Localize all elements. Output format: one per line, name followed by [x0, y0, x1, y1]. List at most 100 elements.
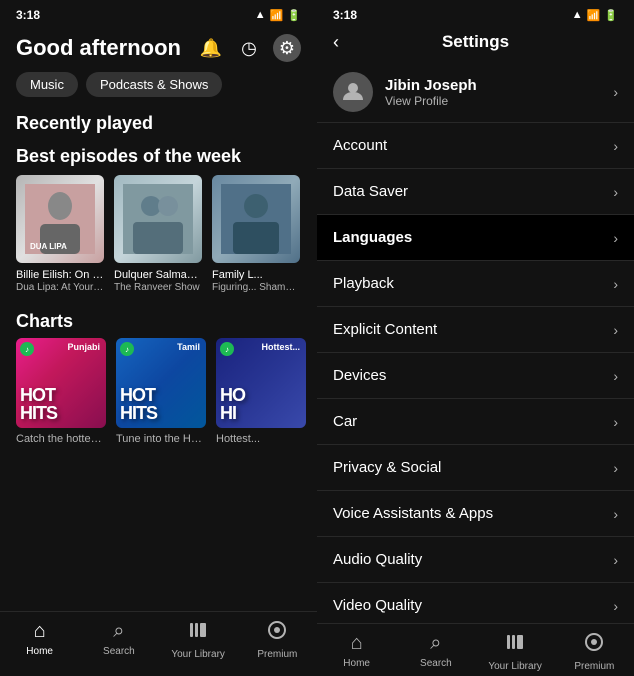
nav-premium-left[interactable]: Premium [238, 620, 317, 660]
settings-label-explicit: Explicit Content [333, 321, 437, 338]
library-icon-left [188, 620, 208, 646]
nav-premium-label-right: Premium [574, 661, 614, 672]
settings-title: Settings [442, 32, 509, 52]
filter-tabs: Music Podcasts & Shows [0, 68, 317, 105]
hot-hits-3: HOHI [220, 386, 245, 422]
chart-card-3[interactable]: ♪ Hottest... HOHI Hottest... [216, 338, 306, 445]
settings-item-account[interactable]: Account › [317, 123, 634, 169]
profile-row[interactable]: Jibin Joseph View Profile › [317, 62, 634, 123]
settings-item-datasaver[interactable]: Data Saver › [317, 169, 634, 215]
settings-item-car[interactable]: Car › [317, 399, 634, 445]
hot-hits-1: HOTHITS [20, 386, 57, 422]
nav-library-right[interactable]: Your Library [476, 632, 555, 672]
settings-item-playback[interactable]: Playback › [317, 261, 634, 307]
nav-search-right[interactable]: ⌕ Search [396, 632, 475, 672]
settings-item-videoquality[interactable]: Video Quality › [317, 583, 634, 623]
nav-search-label-right: Search [420, 658, 452, 669]
back-button[interactable]: ‹ [333, 32, 339, 53]
chart-thumb-2: ♪ Tamil HOTHITS [116, 338, 206, 428]
search-icon-left: ⌕ [113, 620, 124, 643]
filter-music[interactable]: Music [16, 72, 78, 97]
chart-sub-3: Hottest... [216, 433, 306, 445]
bottom-nav-right: ⌂ Home ⌕ Search Your Library [317, 623, 634, 676]
episode-sub-1: Dua Lipa: At Your Service [16, 282, 104, 293]
nav-premium-right[interactable]: Premium [555, 632, 634, 672]
chart-sub-1: Catch the hottest... [16, 433, 106, 445]
settings-item-explicit[interactable]: Explicit Content › [317, 307, 634, 353]
episode-thumb-2 [114, 175, 202, 263]
nav-library-label-right: Your Library [488, 661, 542, 672]
nav-library-left[interactable]: Your Library [159, 620, 238, 660]
spotify-badge-2: ♪ [120, 342, 134, 356]
settings-header: ‹ Settings [317, 26, 634, 62]
settings-label-voice: Voice Assistants & Apps [333, 505, 493, 522]
settings-item-voice[interactable]: Voice Assistants & Apps › [317, 491, 634, 537]
charts-title: Charts [0, 303, 317, 338]
settings-label-privacy: Privacy & Social [333, 459, 441, 476]
filter-podcasts[interactable]: Podcasts & Shows [86, 72, 222, 97]
nav-search-label-left: Search [103, 646, 135, 657]
settings-label-videoquality: Video Quality [333, 597, 422, 614]
episode-sub-2: The Ranveer Show [114, 282, 202, 293]
recently-played-title: Recently played [0, 105, 317, 140]
status-icons-left: ▲ 📶 🔋 [255, 9, 301, 22]
chevron-car: › [613, 414, 618, 430]
profile-info: Jibin Joseph View Profile [385, 77, 613, 108]
settings-label-car: Car [333, 413, 357, 430]
settings-label-devices: Devices [333, 367, 386, 384]
greeting: Good afternoon [16, 35, 181, 61]
chart-card-2[interactable]: ♪ Tamil HOTHITS Tune into the Hottest... [116, 338, 206, 445]
nav-home-left[interactable]: ⌂ Home [0, 620, 79, 660]
episodes-list: DUA LIPA Billie Eilish: On growin... Dua… [0, 175, 317, 303]
svg-text:DUA LIPA: DUA LIPA [30, 242, 67, 251]
settings-item-audioquality[interactable]: Audio Quality › [317, 537, 634, 583]
home-icon-right: ⌂ [351, 632, 363, 655]
episode-thumb-3 [212, 175, 300, 263]
chevron-videoquality: › [613, 598, 618, 614]
spotify-badge-1: ♪ [20, 342, 34, 356]
header-icons: 🔔 ◷ ⚙ [197, 34, 301, 62]
chevron-privacy: › [613, 460, 618, 476]
chart-label-3: Hottest... [261, 342, 300, 352]
profile-chevron: › [613, 84, 618, 100]
time-left: 3:18 [16, 8, 40, 22]
episode-card-3[interactable]: Family L... Figuring... Shaman... [212, 175, 300, 293]
settings-label-account: Account [333, 137, 387, 154]
nav-search-left[interactable]: ⌕ Search [79, 620, 158, 660]
episode-card-2[interactable]: Dulquer Salmaan Open... The Ranveer Show [114, 175, 202, 293]
chart-sub-2: Tune into the Hottest... [116, 433, 206, 445]
bell-icon[interactable]: 🔔 [197, 34, 225, 62]
episode-card-1[interactable]: DUA LIPA Billie Eilish: On growin... Dua… [16, 175, 104, 293]
episode-title-3: Family L... [212, 268, 300, 282]
spotify-badge-3: ♪ [220, 342, 234, 356]
profile-subtitle: View Profile [385, 94, 613, 108]
chevron-account: › [613, 138, 618, 154]
chevron-devices: › [613, 368, 618, 384]
episode-sub-3: Figuring... Shaman... [212, 282, 300, 293]
chevron-voice: › [613, 506, 618, 522]
charts-list: ♪ Punjabi HOTHITS Catch the hottest... ♪… [0, 338, 317, 445]
status-bar-left: 3:18 ▲ 📶 🔋 [0, 0, 317, 26]
premium-icon-left [267, 620, 287, 646]
episode-title-2: Dulquer Salmaan Open... [114, 268, 202, 282]
best-episodes-title: Best episodes of the week [0, 140, 317, 175]
library-icon-right [505, 632, 525, 658]
settings-item-privacy[interactable]: Privacy & Social › [317, 445, 634, 491]
bottom-nav-left: ⌂ Home ⌕ Search Your Library [0, 611, 317, 676]
avatar [333, 72, 373, 112]
chevron-languages: › [613, 230, 618, 246]
settings-item-devices[interactable]: Devices › [317, 353, 634, 399]
chart-thumb-3: ♪ Hottest... HOHI [216, 338, 306, 428]
chevron-audioquality: › [613, 552, 618, 568]
settings-icon[interactable]: ⚙ [273, 34, 301, 62]
settings-item-languages[interactable]: Languages › [317, 215, 634, 261]
header-left: Good afternoon 🔔 ◷ ⚙ [0, 26, 317, 68]
nav-home-right[interactable]: ⌂ Home [317, 632, 396, 672]
nav-home-label-left: Home [26, 646, 53, 657]
chart-card-1[interactable]: ♪ Punjabi HOTHITS Catch the hottest... [16, 338, 106, 445]
episode-title-1: Billie Eilish: On growin... [16, 268, 104, 282]
nav-home-label-right: Home [343, 658, 370, 669]
history-icon[interactable]: ◷ [235, 34, 263, 62]
status-icons-right: ▲ 📶 🔋 [572, 9, 618, 22]
chart-thumb-1: ♪ Punjabi HOTHITS [16, 338, 106, 428]
